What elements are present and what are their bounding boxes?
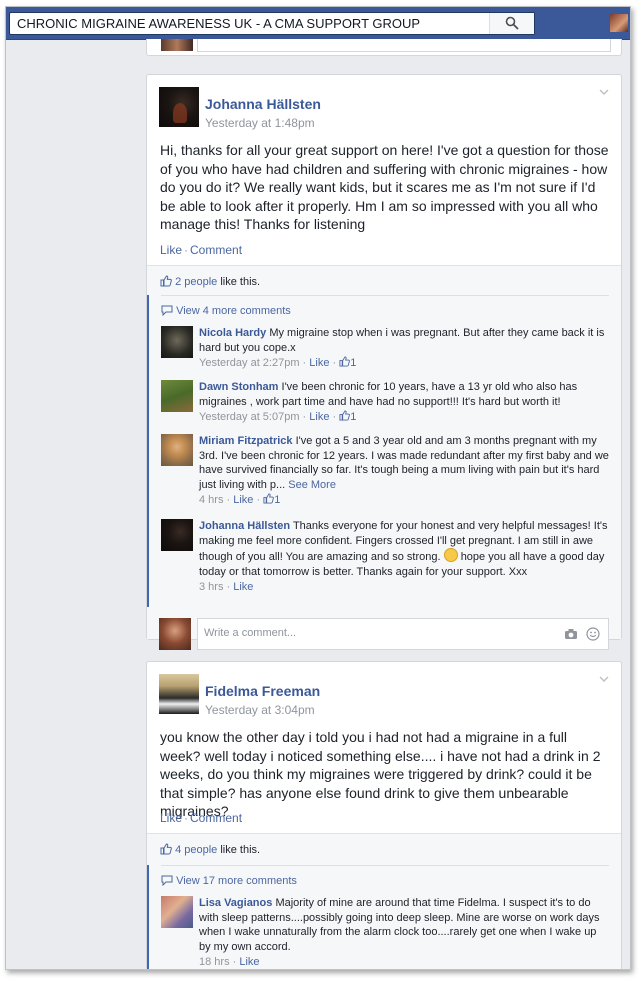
thumbs-up-icon: [160, 843, 172, 855]
feedback-section: 4 people like this. View 17 more comment…: [147, 833, 623, 969]
comment-meta: 4 hrs · Like · 1: [199, 493, 281, 506]
view-more-comments[interactable]: View 4 more comments: [161, 305, 291, 317]
search-input[interactable]: CHRONIC MIGRAINE AWARENESS UK - A CMA SU…: [17, 16, 420, 31]
chevron-down-icon[interactable]: [599, 676, 609, 683]
likes-summary: 4 people like this.: [160, 843, 260, 856]
comment-item: Dawn Stonham I've been chronic for 10 ye…: [161, 380, 613, 423]
commenter-name[interactable]: Dawn Stonham: [199, 381, 278, 393]
profile-avatar[interactable]: [610, 14, 628, 32]
comment-time[interactable]: 18 hrs: [199, 956, 230, 968]
speech-bubble-icon: [161, 305, 173, 317]
view-more-label[interactable]: View 17 more comments: [176, 875, 297, 887]
comment-meta: 3 hrs · Like: [199, 581, 254, 593]
speech-bubble-icon: [161, 875, 173, 887]
comment-like-count[interactable]: 1: [274, 494, 280, 506]
divider: [161, 865, 609, 866]
commenter-avatar[interactable]: [161, 434, 193, 466]
comment-item: Nicola Hardy My migraine stop when i was…: [161, 326, 613, 369]
comment-like-count[interactable]: 1: [350, 357, 356, 369]
commenter-name[interactable]: Johanna Hällsten: [199, 520, 290, 532]
separator: ·: [184, 243, 189, 257]
commenter-avatar[interactable]: [161, 519, 193, 551]
comment-item: Johanna Hällsten Thanks everyone for you…: [161, 519, 613, 607]
comment-body: Miriam Fitzpatrick I've got a 5 and 3 ye…: [199, 434, 609, 508]
likes-summary: 2 people like this.: [160, 275, 260, 288]
commenter-avatar[interactable]: [161, 896, 193, 928]
thumbs-up-icon: [263, 493, 275, 504]
comment-like-link[interactable]: Like: [309, 357, 329, 369]
thumbs-up-icon: [339, 356, 351, 367]
comment-meta: 18 hrs · Like: [199, 956, 260, 968]
post-timestamp[interactable]: Yesterday at 1:48pm: [205, 116, 315, 130]
likes-count[interactable]: 4 people: [175, 844, 217, 856]
feedback-section: 2 people like this. View 4 more comments…: [147, 265, 623, 650]
author-avatar[interactable]: [159, 674, 199, 714]
comment-like-link[interactable]: Like: [233, 581, 253, 593]
write-comment-input[interactable]: Write a comment...: [197, 618, 609, 650]
view-more-label[interactable]: View 4 more comments: [176, 305, 291, 317]
comment-like-link[interactable]: Like: [239, 956, 259, 968]
search-icon: [505, 16, 519, 30]
post-card: Fidelma Freeman Yesterday at 3:04pm you …: [146, 661, 623, 969]
smiley-icon[interactable]: [586, 627, 600, 641]
comment-meta: Yesterday at 2:27pm · Like · 1: [199, 356, 357, 369]
commenter-name[interactable]: Miriam Fitzpatrick: [199, 435, 293, 447]
comment-like-link[interactable]: Like: [233, 494, 253, 506]
commenter-name[interactable]: Nicola Hardy: [199, 327, 266, 339]
comment-body: Nicola Hardy My migraine stop when i was…: [199, 326, 609, 371]
likes-suffix: like this.: [220, 276, 261, 288]
comment-avatar: [161, 39, 193, 51]
comment-like-count[interactable]: 1: [350, 411, 356, 423]
post-timestamp[interactable]: Yesterday at 3:04pm: [205, 703, 315, 717]
thumbs-up-icon: [339, 410, 351, 421]
see-more-link[interactable]: See More: [288, 479, 336, 491]
write-comment-box-fragment[interactable]: [197, 39, 611, 52]
comment-link[interactable]: Comment: [190, 811, 242, 825]
chevron-down-icon[interactable]: [599, 89, 609, 96]
browser-frame: CHRONIC MIGRAINE AWARENESS UK - A CMA SU…: [5, 6, 631, 970]
view-more-comments[interactable]: View 17 more comments: [161, 875, 297, 887]
comment-like-link[interactable]: Like: [309, 411, 329, 423]
comment-time[interactable]: Yesterday at 2:27pm: [199, 357, 300, 369]
post-card: Johanna Hällsten Yesterday at 1:48pm Hi,…: [146, 74, 623, 650]
comment-body: Dawn Stonham I've been chronic for 10 ye…: [199, 380, 609, 425]
divider: [161, 295, 609, 296]
post-author[interactable]: Johanna Hällsten: [205, 96, 321, 112]
comments-section: View 4 more comments Nicola Hardy My mig…: [147, 295, 623, 607]
comment-time[interactable]: 3 hrs: [199, 581, 223, 593]
commenter-avatar[interactable]: [161, 326, 193, 358]
comment-time[interactable]: 4 hrs: [199, 494, 223, 506]
post-actions: Like · Comment: [160, 243, 242, 257]
write-comment-row: Write a comment...: [159, 618, 611, 650]
post-actions: Like · Comment: [160, 811, 242, 825]
comment-item: Lisa Vagianos Majority of mine are aroun…: [161, 896, 613, 969]
comment-body: Johanna Hällsten Thanks everyone for you…: [199, 519, 609, 595]
author-avatar[interactable]: [159, 87, 199, 127]
search-button[interactable]: [489, 13, 534, 34]
smiley-emoji-icon: [443, 548, 458, 562]
comment-item: Miriam Fitzpatrick I've got a 5 and 3 ye…: [161, 434, 613, 506]
previous-post-fragment: [146, 39, 622, 56]
post-author[interactable]: Fidelma Freeman: [205, 683, 320, 699]
commenter-avatar[interactable]: [161, 380, 193, 412]
thumbs-up-icon: [160, 275, 172, 287]
likes-count[interactable]: 2 people: [175, 276, 217, 288]
camera-icon[interactable]: [564, 628, 578, 640]
comments-section: View 17 more comments Lisa Vagianos Majo…: [147, 865, 623, 969]
likes-suffix: like this.: [220, 844, 261, 856]
like-link[interactable]: Like: [160, 811, 182, 825]
comment-meta: Yesterday at 5:07pm · Like · 1: [199, 410, 357, 423]
post-text: Hi, thanks for all your great support on…: [160, 142, 609, 232]
like-link[interactable]: Like: [160, 243, 182, 257]
top-navigation-bar: CHRONIC MIGRAINE AWARENESS UK - A CMA SU…: [6, 7, 630, 40]
commenter-name[interactable]: Lisa Vagianos: [199, 897, 272, 909]
write-comment-placeholder: Write a comment...: [204, 627, 297, 639]
post-text: you know the other day i told you i had …: [160, 729, 601, 819]
comment-body: Lisa Vagianos Majority of mine are aroun…: [199, 896, 609, 969]
search-field[interactable]: CHRONIC MIGRAINE AWARENESS UK - A CMA SU…: [9, 12, 535, 35]
comment-link[interactable]: Comment: [190, 243, 242, 257]
comment-time[interactable]: Yesterday at 5:07pm: [199, 411, 300, 423]
current-user-avatar: [159, 618, 191, 650]
separator: ·: [184, 811, 189, 825]
